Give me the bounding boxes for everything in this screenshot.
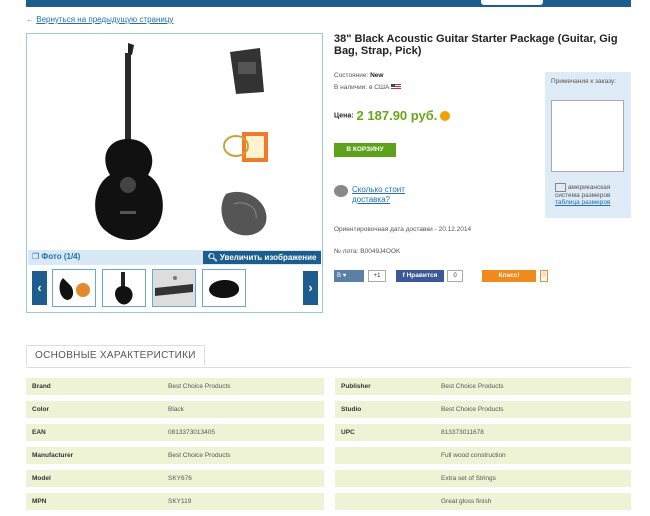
specs-table-right: Publisher Best Choice Products Studio Best… [335,378,631,516]
delivery-icon [334,185,348,197]
thumbnail-4[interactable] [202,269,246,307]
specs-table-left: Brand Best Choice Products Color Black EAN… [26,378,324,516]
magnifier-icon: 🔍︎ [207,253,220,262]
order-notes-label: Примечания к заказу: [551,78,617,85]
thumbnail-1[interactable] [52,269,96,307]
table-row: Studio Best Choice Products [335,401,631,418]
coin-icon [440,110,451,121]
facebook-like-count: 0 [447,270,463,282]
lot-number: № лота: B0049J4OOK [334,248,401,255]
stock-row: В наличии: в США [334,84,402,91]
thumb-carousel: ‹ › [28,267,321,311]
facebook-like-button[interactable]: f Нравится [396,270,444,282]
product-title: 38" Black Acoustic Guitar Starter Packag… [334,33,618,57]
shipping-cost-link[interactable]: Сколько стоит доставка? [352,185,432,205]
order-notes-field[interactable] [551,100,624,172]
zoom-button[interactable]: 🔍︎ Увеличить изображение [203,251,321,264]
top-nav-bar [26,0,631,7]
next-arrow-button[interactable]: › [303,271,318,305]
table-row: Brand Best Choice Products [26,378,324,395]
table-row: Full wood construction [335,447,631,464]
table-icon [555,183,566,192]
table-row: MPN SKY119 [26,493,324,510]
odnoklassniki-button[interactable]: Класс! [482,270,536,282]
table-row: Manufacturer Best Choice Products [26,447,324,464]
size-chart-info: американская система размеров таблица раз… [555,183,611,206]
prev-arrow-button[interactable]: ‹ [32,271,47,305]
vk-share-button[interactable]: В ♥ [334,270,364,282]
add-to-cart-button[interactable]: В КОРЗИНУ [334,143,396,157]
thumbnail-2[interactable] [102,269,146,307]
size-chart-link[interactable]: таблица размеров [555,199,610,206]
price-value: 2 187.90 руб. [356,108,438,123]
back-link-row: ← Вернуться на предыдущую страницу [26,15,173,24]
table-row: EAN 0813373013405 [26,424,324,441]
odnoklassniki-count: 0 [540,270,548,282]
estimated-delivery: Ориентировочная дата доставки - 20.12.20… [334,226,472,233]
strap-photo[interactable] [216,42,274,102]
thumbnail-3[interactable] [152,269,196,307]
vk-share-count: +1 [368,270,386,282]
table-row: UPC 813373011678 [335,424,631,441]
condition-row: Состояние: New [334,72,384,79]
strings-photo[interactable] [216,114,274,174]
gig-bag-photo[interactable] [216,182,274,242]
back-link[interactable]: Вернуться на предыдущую страницу [36,15,173,24]
product-gallery: ❐ Фото (1/4) 🔍︎ Увеличить изображение ‹ … [26,33,323,313]
gallery-icon: ❐ [32,252,42,261]
table-row: Extra set of Strings [335,470,631,487]
top-search-pill[interactable] [481,0,543,5]
table-row: Color Black [26,401,324,418]
main-product-photo[interactable] [28,35,212,249]
photo-bar: ❐ Фото (1/4) 🔍︎ Увеличить изображение [28,250,321,265]
price-row: Цена: 2 187.90 руб. [334,108,451,123]
shipping-cost-row: Сколько стоит доставка? [334,185,432,205]
specs-section-header: ОСНОВНЫЕ ХАРАКТЕРИСТИКИ [26,345,631,368]
back-arrow-icon: ← [26,15,37,24]
photo-counter: ❐ Фото (1/4) [32,252,81,261]
table-row: Model SKY676 [26,470,324,487]
heart-icon: ♥ [342,273,347,279]
specs-section-title: ОСНОВНЫЕ ХАРАКТЕРИСТИКИ [26,345,205,366]
us-flag-icon [391,84,402,91]
table-row: Great gloss finish [335,493,631,510]
table-row: Publisher Best Choice Products [335,378,631,395]
